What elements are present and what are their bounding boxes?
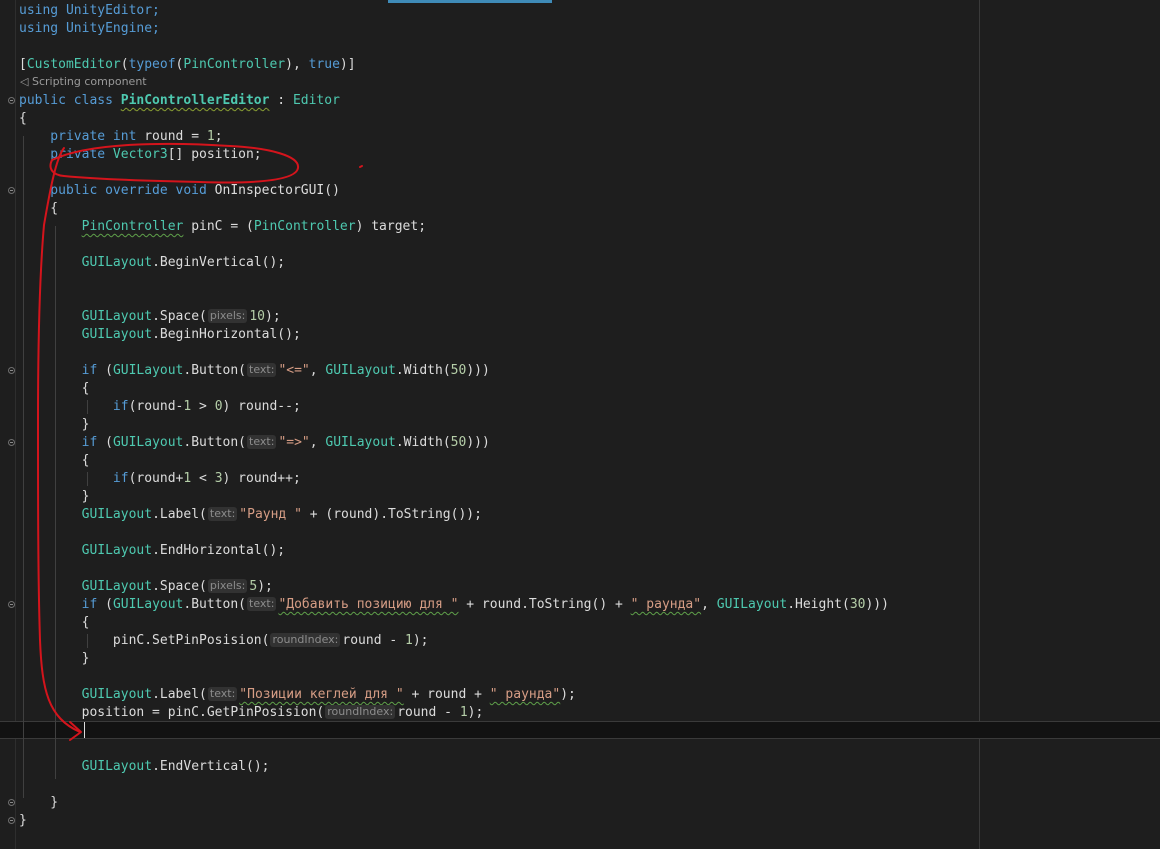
- annotation-arrowhead: [69, 721, 82, 741]
- annotation-ellipse-stroke: [49, 142, 300, 184]
- annotation-arrow-line: [37, 147, 81, 733]
- red-freehand-annotation: [37, 142, 363, 741]
- code-editor[interactable]: using UnityEditor; using UnityEngine; [C…: [0, 0, 1160, 849]
- annotation-dot: [359, 165, 363, 168]
